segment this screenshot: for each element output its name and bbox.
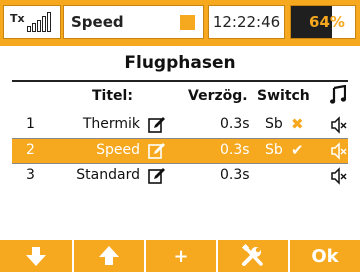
tx-label: Tx: [10, 11, 25, 25]
ok-button[interactable]: Ok: [288, 240, 360, 272]
phase-name: Speed: [96, 142, 140, 158]
music-note-icon: [330, 84, 347, 109]
arrow-down-icon: [26, 247, 46, 266]
title-divider: [12, 80, 348, 82]
move-up-button[interactable]: [72, 240, 144, 272]
delay-value[interactable]: 0.3s: [220, 116, 250, 132]
table-row[interactable]: 3 Standard 0.3s: [12, 164, 348, 188]
column-header-switch: Switch: [257, 88, 310, 104]
ok-label: Ok: [311, 245, 339, 267]
switch-off-icon: ✖: [291, 115, 304, 133]
delay-value[interactable]: 0.3s: [220, 167, 250, 183]
phase-name: Thermik: [82, 116, 140, 132]
switch-on-icon: ✔: [291, 141, 304, 159]
switch-name[interactable]: Sb: [265, 116, 283, 132]
mode-color-square: [180, 15, 195, 30]
table-row-selected[interactable]: 2 Speed 0.3s Sb ✔: [12, 139, 348, 163]
row-number: 2: [26, 142, 35, 158]
battery-percent: 64%: [309, 13, 345, 31]
battery-indicator: 64%: [290, 5, 356, 39]
signal-bars-icon: [26, 12, 52, 32]
sound-muted-icon[interactable]: [330, 116, 348, 134]
table-row[interactable]: 1 Thermik 0.3s Sb ✖: [12, 113, 348, 137]
column-header-delay: Verzög.: [188, 88, 248, 104]
switch-name[interactable]: Sb: [265, 142, 283, 158]
add-label: +: [173, 245, 189, 267]
wrench-screwdriver-icon: [241, 244, 263, 266]
clock: 12:22:46: [208, 5, 285, 39]
row-number: 1: [26, 116, 35, 132]
edit-pencil-icon[interactable]: [148, 116, 166, 134]
row-number: 3: [26, 167, 35, 183]
phase-name: Standard: [76, 167, 140, 183]
edit-pencil-icon[interactable]: [148, 167, 166, 185]
tools-button[interactable]: [216, 240, 288, 272]
flight-mode-indicator: Speed: [63, 5, 204, 39]
page-title: Flugphasen: [124, 53, 236, 73]
arrow-up-icon: [99, 246, 119, 265]
delay-value[interactable]: 0.3s: [220, 142, 250, 158]
sound-muted-icon[interactable]: [330, 167, 348, 185]
add-button[interactable]: +: [144, 240, 216, 272]
edit-pencil-icon[interactable]: [148, 142, 166, 160]
flight-mode-name: Speed: [71, 13, 124, 31]
column-header-title: Titel:: [92, 88, 133, 104]
transmitter-signal: Tx: [3, 5, 61, 39]
status-bar: Tx Speed 12:22:46 64%: [0, 0, 360, 46]
move-down-button[interactable]: [0, 240, 72, 272]
clock-time: 12:22:46: [212, 13, 281, 31]
softkey-bar: + Ok: [0, 240, 360, 272]
sound-muted-icon[interactable]: [330, 142, 348, 160]
